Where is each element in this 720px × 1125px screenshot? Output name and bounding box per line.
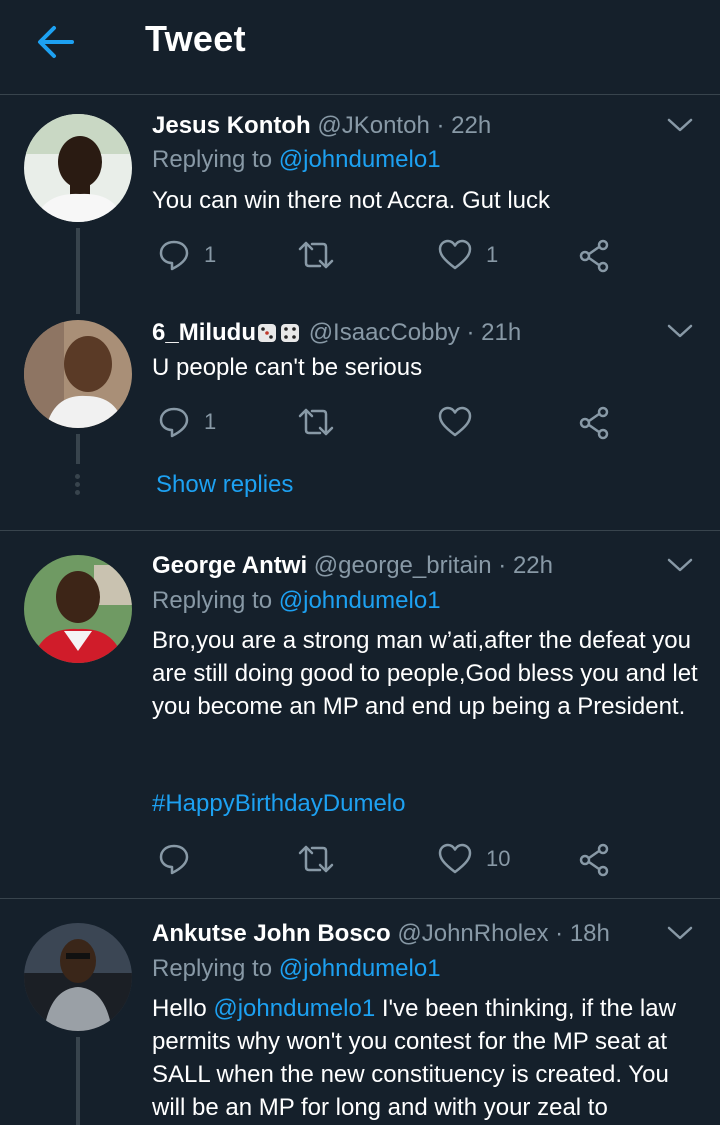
- replying-to: Replying to @johndumelo1: [152, 146, 441, 174]
- reply-icon: [159, 407, 189, 438]
- chevron-down-icon: [667, 926, 693, 940]
- replying-to: Replying to @johndumelo1: [152, 955, 441, 983]
- dice-icon: [281, 324, 300, 342]
- tweet-text: Bro,you are a strong man w’ati,after the…: [152, 627, 698, 720]
- tweet-header: 6_Miludu @IsaacCobby · 21h: [152, 319, 521, 347]
- divider: [0, 898, 720, 899]
- author-name[interactable]: Jesus Kontoh: [152, 112, 311, 139]
- retweet-button[interactable]: [298, 406, 334, 438]
- tweet-thread-screen: Tweet Jesus Kontoh @JKontoh · 22h Replyi…: [0, 0, 720, 1125]
- show-replies-link[interactable]: Show replies: [156, 471, 293, 499]
- retweet-icon: [298, 408, 334, 436]
- retweet-button[interactable]: [298, 843, 334, 875]
- avatar[interactable]: [24, 320, 132, 428]
- like-count: 10: [486, 846, 511, 871]
- more-options-button[interactable]: [664, 554, 696, 576]
- more-options-button[interactable]: [664, 922, 696, 944]
- reply-count: 1: [204, 409, 217, 434]
- mention-link[interactable]: @johndumelo1: [279, 587, 441, 614]
- thread-line: [76, 228, 80, 314]
- reply-count: 1: [204, 242, 217, 267]
- top-bar: Tweet: [0, 0, 720, 95]
- author-name[interactable]: 6_Miludu: [152, 319, 256, 346]
- timestamp: · 22h: [498, 552, 553, 579]
- retweet-icon: [298, 845, 334, 873]
- tweet-header: Ankutse John Bosco @JohnRholex · 18h: [152, 920, 610, 948]
- page-title: Tweet: [145, 18, 246, 59]
- like-button[interactable]: 10: [438, 843, 510, 875]
- share-icon: [579, 239, 609, 273]
- like-count: 1: [486, 242, 499, 267]
- tweet-header: Jesus Kontoh @JKontoh · 22h: [152, 112, 491, 140]
- timestamp: · 18h: [555, 920, 610, 947]
- chevron-down-icon: [667, 118, 693, 132]
- avatar[interactable]: [24, 555, 132, 663]
- reply-icon: [159, 844, 189, 875]
- heart-icon: [438, 843, 472, 874]
- replying-label: Replying to: [152, 955, 279, 982]
- thread-dot: [75, 474, 80, 479]
- replying-label: Replying to: [152, 587, 279, 614]
- divider: [0, 530, 720, 531]
- avatar[interactable]: [24, 114, 132, 222]
- chevron-down-icon: [667, 324, 693, 338]
- more-options-button[interactable]: [664, 320, 696, 342]
- author-handle[interactable]: @JohnRholex: [397, 920, 548, 947]
- share-icon: [579, 843, 609, 877]
- replying-to: Replying to @johndumelo1: [152, 587, 441, 615]
- reply-button[interactable]: [158, 843, 190, 875]
- thread-dot: [75, 482, 80, 487]
- tweet-text: You can win there not Accra. Gut luck: [152, 187, 551, 214]
- thread-line: [76, 1037, 80, 1125]
- tweet-header: George Antwi @george_britain · 22h: [152, 552, 553, 580]
- replying-label: Replying to: [152, 146, 279, 173]
- reply-button[interactable]: 1: [158, 239, 216, 271]
- retweet-button[interactable]: [298, 239, 334, 271]
- author-handle[interactable]: @IsaacCobby: [309, 319, 460, 346]
- avatar[interactable]: [24, 923, 132, 1031]
- like-button[interactable]: 1: [438, 239, 498, 271]
- dice-icon: [258, 324, 277, 342]
- share-icon: [579, 406, 609, 440]
- thread-dot: [75, 490, 80, 495]
- hashtag-link[interactable]: #HappyBirthdayDumelo: [152, 790, 405, 818]
- arrow-left-icon: [38, 26, 74, 58]
- heart-icon: [438, 239, 472, 270]
- more-options-button[interactable]: [664, 114, 696, 136]
- share-button[interactable]: [578, 406, 612, 440]
- author-handle[interactable]: @george_britain: [314, 552, 492, 579]
- chevron-down-icon: [667, 558, 693, 572]
- timestamp: · 21h: [466, 319, 522, 346]
- reply-button[interactable]: 1: [158, 406, 216, 438]
- mention-link[interactable]: @johndumelo1: [279, 146, 441, 173]
- reply-icon: [159, 240, 189, 271]
- author-name[interactable]: George Antwi: [152, 552, 307, 579]
- tweet-text: U people can't be serious: [152, 354, 423, 381]
- retweet-icon: [298, 241, 334, 269]
- heart-icon: [438, 406, 472, 437]
- like-button[interactable]: [438, 406, 472, 438]
- share-button[interactable]: [578, 843, 612, 877]
- back-button[interactable]: [34, 22, 78, 62]
- tweet-text-prefix: Hello: [152, 995, 214, 1022]
- mention-link[interactable]: @johndumelo1: [213, 995, 375, 1022]
- timestamp: · 22h: [436, 112, 492, 139]
- author-name[interactable]: Ankutse John Bosco: [152, 920, 391, 947]
- share-button[interactable]: [578, 239, 612, 273]
- thread-line: [76, 434, 80, 464]
- author-handle[interactable]: @JKontoh: [317, 112, 429, 139]
- tweet-text: Hello @johndumelo1 I've been thinking, i…: [152, 992, 700, 1124]
- mention-link[interactable]: @johndumelo1: [279, 955, 441, 982]
